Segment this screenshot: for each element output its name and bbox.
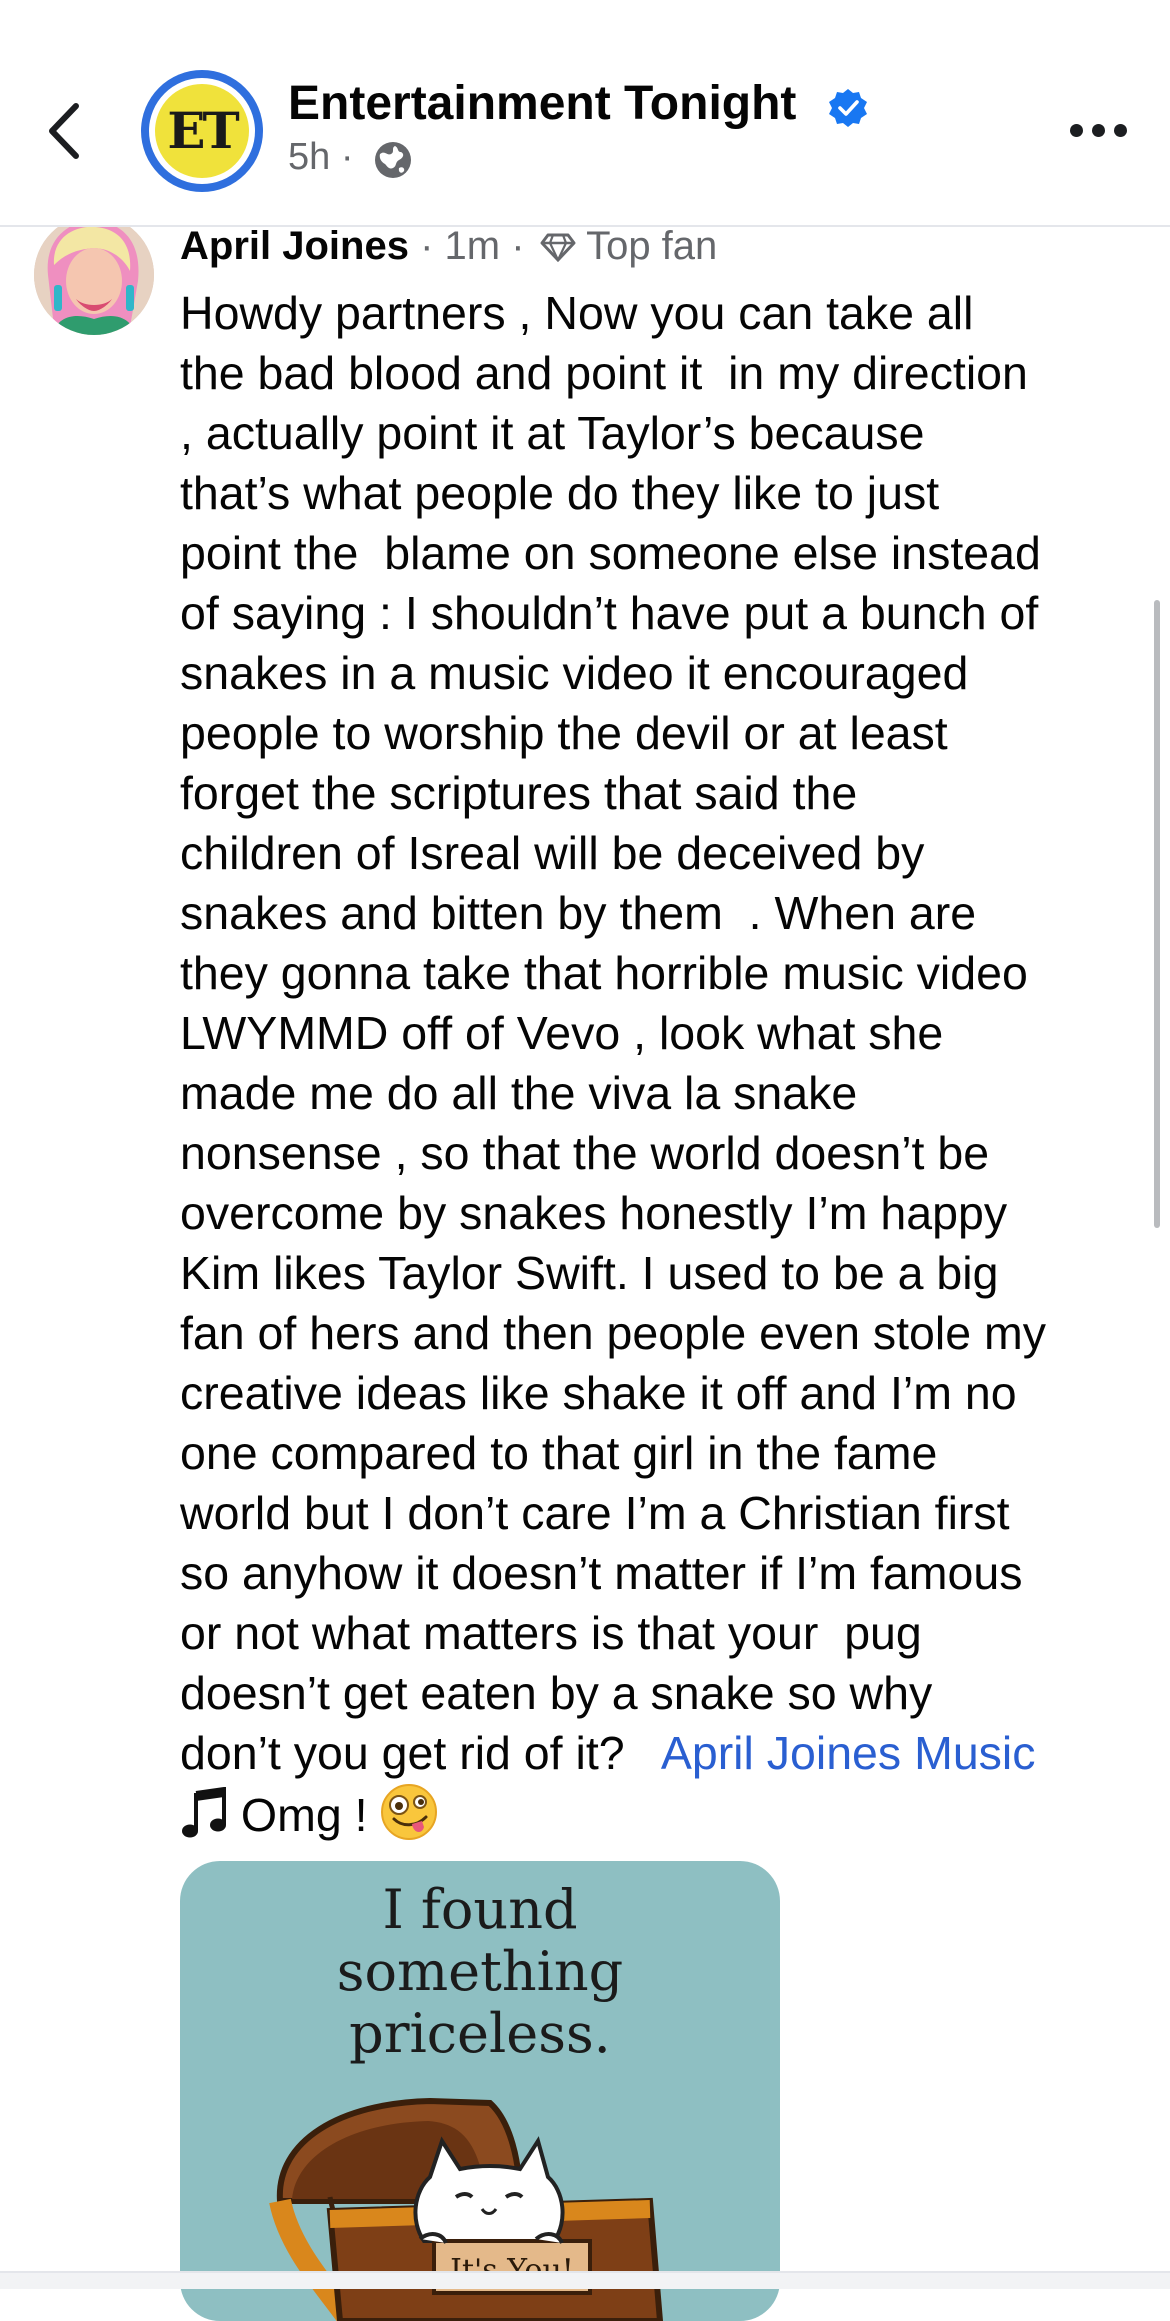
- image-caption: I found something priceless.: [180, 1879, 780, 2065]
- page-logo: ET: [155, 84, 249, 178]
- post-meta: 5h ·: [288, 136, 354, 179]
- comment-line: snakes in a music video it encouraged: [180, 647, 969, 699]
- mention-link[interactable]: April Joines Music: [661, 1727, 1036, 1779]
- bottom-divider: [0, 2271, 1170, 2289]
- comment-line: snakes and bitten by them . When are: [180, 887, 977, 939]
- music-note-icon: [182, 1787, 226, 1838]
- commenter-avatar[interactable]: [34, 215, 154, 335]
- comment-line: , actually point it at Taylor’s because: [180, 407, 925, 459]
- comment-line: the bad blood and point it in my directi…: [180, 347, 1028, 399]
- comment-line: Howdy partners , Now you can take all: [180, 287, 974, 339]
- comment-line: or not what matters is that your pug: [180, 1607, 922, 1659]
- more-options-button[interactable]: [1068, 112, 1128, 148]
- comment-time[interactable]: 1m: [445, 224, 501, 268]
- image-caption-line: priceless.: [349, 2002, 611, 2065]
- comment-line: people to worship the devil or at least: [180, 707, 948, 759]
- comment-line: overcome by snakes honestly I’m happy: [180, 1187, 1008, 1239]
- comment-body: Howdy partners , Now you can take all th…: [180, 283, 1155, 1845]
- comment-line: world but I don’t care I’m a Christian f…: [180, 1487, 1010, 1539]
- back-button[interactable]: [38, 96, 98, 166]
- comment-final-text: Omg !: [228, 1789, 381, 1841]
- comment-line: they gonna take that horrible music vide…: [180, 947, 1028, 999]
- image-caption-line: I found: [382, 1878, 578, 1941]
- comment-line: point the blame on someone else instead: [180, 527, 1041, 579]
- page-avatar[interactable]: ET: [141, 70, 263, 192]
- comment-line: fan of hers and then people even stole m…: [180, 1307, 1046, 1359]
- comment-line: children of Isreal will be deceived by: [180, 827, 925, 879]
- comment-line: don’t you get rid of it?: [180, 1727, 661, 1779]
- scrollbar[interactable]: [1154, 600, 1160, 1228]
- comment-author-row: April Joines · 1m · Top fan: [180, 224, 717, 269]
- chevron-left-icon: [49, 103, 79, 159]
- meta-separator: ·: [420, 224, 434, 268]
- comment-line: creative ideas like shake it off and I’m…: [180, 1367, 1017, 1419]
- comment-line: LWYMMD off of Vevo , look what she: [180, 1007, 944, 1059]
- meta-separator: ·: [511, 224, 525, 268]
- comment-line: so anyhow it doesn’t matter if I’m famou…: [180, 1547, 1023, 1599]
- commenter-photo: [34, 215, 154, 335]
- comment-line: Kim likes Taylor Swift. I used to be a b…: [180, 1247, 999, 1299]
- diamond-icon: [540, 233, 576, 262]
- zany-face-emoji: [381, 1784, 438, 1840]
- comment-line: doesn’t get eaten by a snake so why: [180, 1667, 933, 1719]
- comment-line-with-mention: don’t you get rid of it? April Joines Mu…: [180, 1723, 1155, 1783]
- top-fan-badge: Top fan: [586, 224, 718, 268]
- post-header: ET Entertainment Tonight 5h ·: [0, 0, 1170, 227]
- image-caption-line: something: [336, 1940, 624, 2003]
- post-time[interactable]: 5h: [288, 136, 330, 178]
- comment-line: of saying : I shouldn’t have put a bunch…: [180, 587, 1039, 639]
- comment-final-line: Omg !: [180, 1783, 1155, 1845]
- comment-line: nonsense , so that the world doesn’t be: [180, 1127, 990, 1179]
- comment-line: forget the scriptures that said the: [180, 767, 858, 819]
- meta-separator: ·: [340, 136, 354, 178]
- page-name[interactable]: Entertainment Tonight: [288, 76, 796, 131]
- comment-line: one compared to that girl in the fame: [180, 1427, 938, 1479]
- globe-icon: [375, 142, 411, 178]
- attached-meme-image[interactable]: I found something priceless. It's You!: [180, 1861, 780, 2321]
- comment-line: that’s what people do they like to just: [180, 467, 940, 519]
- comment-author-name[interactable]: April Joines: [180, 224, 409, 268]
- verified-badge-icon: [829, 89, 867, 127]
- comment-line: made me do all the viva la snake: [180, 1067, 858, 1119]
